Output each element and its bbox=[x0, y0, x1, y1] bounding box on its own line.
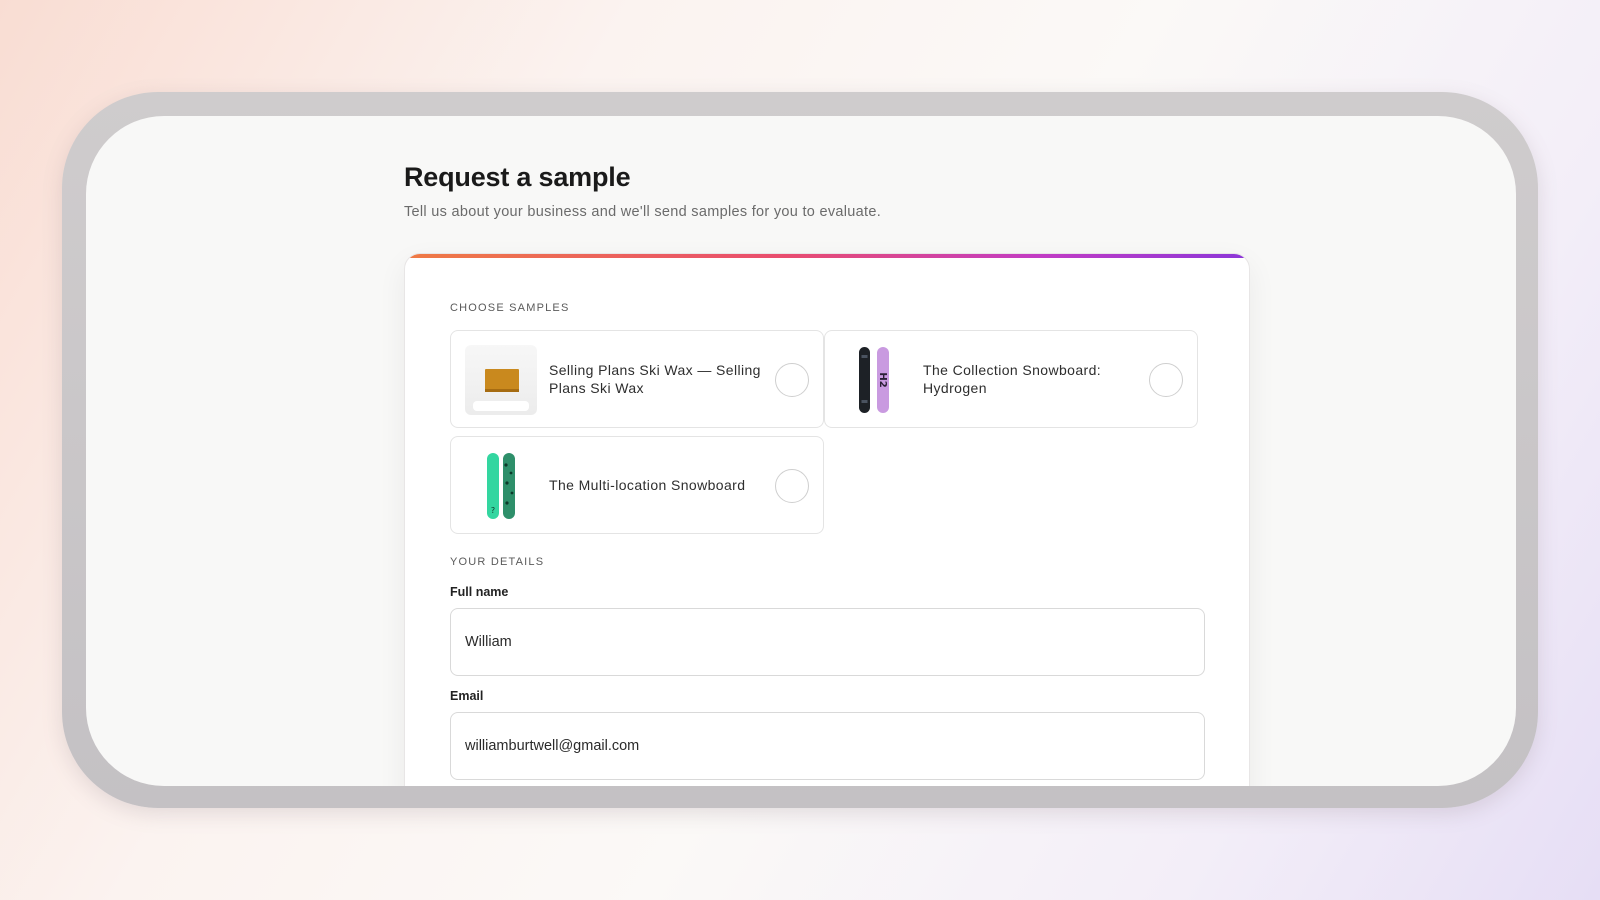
svg-text:H2: H2 bbox=[877, 372, 888, 387]
sample-title: The Collection Snowboard: Hydrogen bbox=[923, 362, 1102, 396]
sample-title: Selling Plans Ski Wax — Selling Plans Sk… bbox=[549, 362, 761, 396]
snowboard-hydrogen-image: H2 bbox=[839, 345, 911, 415]
sample-title: The Multi-location Snowboard bbox=[549, 477, 746, 493]
ski-wax-image bbox=[465, 345, 537, 415]
page-subtitle: Tell us about your business and we'll se… bbox=[404, 204, 882, 220]
your-details-label: YOUR DETAILS bbox=[450, 556, 545, 568]
sample-request-form: CHOOSE SAMPLES Selling Plans Ski Wax — S… bbox=[404, 253, 1250, 786]
snowboard-multilocation-image: ? bbox=[465, 451, 537, 521]
sample-radio[interactable] bbox=[1149, 363, 1183, 397]
email-label: Email bbox=[450, 689, 484, 703]
sample-radio[interactable] bbox=[775, 363, 809, 397]
choose-samples-label: CHOOSE SAMPLES bbox=[450, 302, 570, 314]
page-title: Request a sample bbox=[404, 162, 631, 192]
email-field[interactable] bbox=[450, 712, 1205, 780]
full-name-field[interactable] bbox=[450, 608, 1205, 676]
sample-option-ski-wax[interactable]: Selling Plans Ski Wax — Selling Plans Sk… bbox=[450, 330, 824, 428]
card-accent-bar bbox=[405, 254, 1249, 258]
full-name-label: Full name bbox=[450, 585, 509, 599]
sample-option-hydrogen[interactable]: H2 The Collection Snowboard: Hydrogen bbox=[824, 330, 1198, 428]
sample-radio[interactable] bbox=[775, 469, 809, 503]
app-screen: Request a sample Tell us about your busi… bbox=[86, 116, 1516, 786]
svg-text:?: ? bbox=[491, 506, 495, 515]
sample-option-multi-location[interactable]: ? The Multi-location Snowboard bbox=[450, 436, 824, 534]
